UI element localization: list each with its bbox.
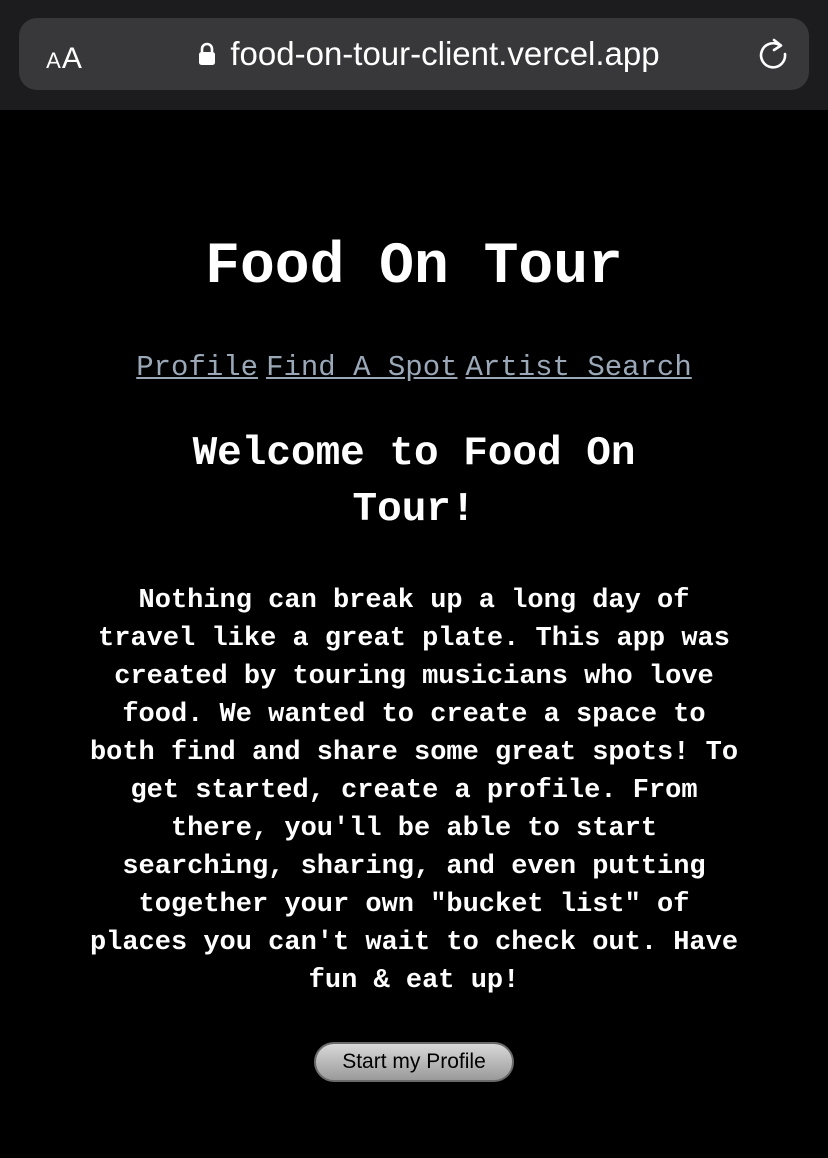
browser-toolbar: AA food-on-tour-client.vercel.app	[0, 0, 828, 110]
url-display[interactable]: food-on-tour-client.vercel.app	[169, 18, 689, 90]
lock-icon	[199, 42, 216, 65]
start-profile-button[interactable]: Start my Profile	[314, 1042, 514, 1082]
nav-link-artist-search[interactable]: Artist Search	[466, 351, 692, 384]
text-size-small-glyph: A	[46, 48, 61, 73]
text-size-large-glyph: A	[61, 42, 82, 75]
reload-icon[interactable]	[755, 36, 791, 72]
nav-link-find-a-spot[interactable]: Find A Spot	[266, 351, 457, 384]
address-bar[interactable]: AA food-on-tour-client.vercel.app	[19, 18, 809, 90]
main-nav: Profile Find A Spot Artist Search	[0, 346, 828, 390]
page-title: Food On Tour	[205, 235, 623, 300]
intro-paragraph: Nothing can break up a long day of trave…	[89, 586, 739, 996]
url-text: food-on-tour-client.vercel.app	[230, 35, 660, 72]
text-size-button[interactable]: AA	[39, 36, 89, 76]
nav-link-profile[interactable]: Profile	[136, 351, 258, 384]
welcome-heading: Welcome to Food On Tour!	[192, 431, 636, 533]
